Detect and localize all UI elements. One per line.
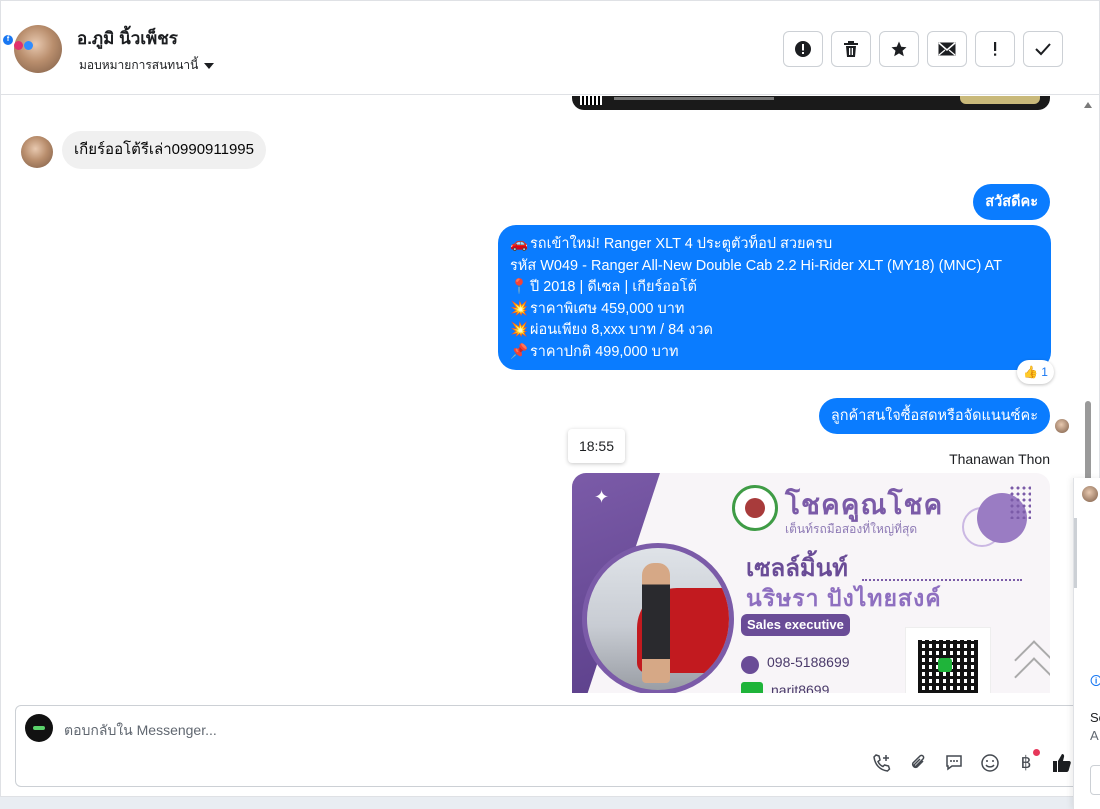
phone-icon bbox=[741, 656, 759, 674]
attach-icon[interactable] bbox=[907, 752, 929, 774]
emoji-icon[interactable] bbox=[979, 752, 1001, 774]
alert-circle-icon bbox=[795, 41, 811, 57]
payment-icon[interactable]: ฿ bbox=[1015, 749, 1040, 774]
incoming-message[interactable]: เกียร์ออโต้รีเล่า0990911995 bbox=[62, 131, 266, 169]
reaction-thumbs-up[interactable]: 👍 1 bbox=[1017, 360, 1054, 384]
popover-scrollbar[interactable] bbox=[1074, 518, 1077, 588]
qr-thumbnail bbox=[580, 96, 602, 105]
messenger-badge-icon bbox=[24, 41, 33, 50]
car-icon: 🚗 bbox=[510, 236, 529, 252]
facebook-badge-icon: f bbox=[3, 35, 13, 45]
conversation-header: f อ.ภูมิ นิ้วเพ็ชร มอบหมายการสนทนานี้ bbox=[1, 1, 1099, 95]
brand-tagline: เต็นท์รถมือสองที่ใหญ่ที่สุด bbox=[785, 522, 918, 536]
conversation-panel: f อ.ภูมิ นิ้วเพ็ชร มอบหมายการสนทนานี้ เก… bbox=[0, 0, 1100, 797]
listing-line: รหัส W049 - Ranger All-New Double Cab 2.… bbox=[510, 256, 1039, 278]
instagram-badge-icon bbox=[14, 41, 23, 50]
notification-dot bbox=[1033, 749, 1040, 756]
message-list[interactable]: เกียร์ออโต้รีเล่า0990911995 สวัสดีคะ 🚗 รถ… bbox=[1, 96, 1081, 693]
timestamp-tooltip: 18:55 bbox=[568, 429, 625, 463]
baht-glyph: ฿ bbox=[1020, 753, 1032, 773]
listing-text: รหัส W049 - Ranger All-New Double Cab 2.… bbox=[510, 257, 1002, 274]
composer-toolbar: ฿ bbox=[871, 749, 1073, 774]
mark-done-button[interactable] bbox=[1023, 31, 1063, 67]
listing-line: 💥 ผ่อนเพียง 8,xxx บาท / 84 งวด bbox=[510, 320, 1039, 342]
listing-line: 🚗 รถเข้าใหม่! Ranger XLT 4 ประตูตัวท็อป ส… bbox=[510, 234, 1039, 256]
listing-text: ราคาพิเศษ 459,000 บาท bbox=[530, 300, 685, 317]
decorative-dots bbox=[1009, 485, 1031, 519]
like-icon[interactable] bbox=[1051, 752, 1073, 774]
spam-button[interactable] bbox=[783, 31, 823, 67]
envelope-icon bbox=[938, 42, 956, 56]
important-button[interactable] bbox=[975, 31, 1015, 67]
popover-button[interactable] bbox=[1090, 765, 1100, 795]
line-app-icon bbox=[741, 682, 763, 693]
sales-fullname: นริษรา ปังไทยสงค์ bbox=[746, 585, 942, 611]
sparkle-icon: ✦ bbox=[594, 487, 610, 507]
page-avatar bbox=[25, 714, 53, 742]
promo-image-attachment[interactable]: ✦ โชคคูณโชค เต็นท์รถมือสองที่ใหญ่ที่สุด … bbox=[572, 473, 1050, 693]
phone-number: 098-5188699 bbox=[767, 654, 850, 670]
reply-input[interactable]: ตอบกลับใน Messenger... bbox=[64, 720, 217, 742]
info-icon: 🛈 bbox=[1090, 674, 1100, 688]
mark-unread-button[interactable] bbox=[927, 31, 967, 67]
seen-avatar bbox=[1055, 419, 1069, 433]
outgoing-message[interactable]: สวัสดีคะ bbox=[973, 184, 1050, 220]
assign-label: มอบหมายการสนทนานี้ bbox=[79, 58, 199, 72]
listing-line: 💥 ราคาพิเศษ 459,000 บาท bbox=[510, 299, 1039, 321]
collision-icon: 💥 bbox=[510, 322, 529, 338]
listing-text: รถเข้าใหม่! Ranger XLT 4 ประตูตัวท็อป สว… bbox=[530, 236, 833, 252]
listing-line: 📌 ราคาปกติ 499,000 บาท bbox=[510, 342, 1039, 364]
popover-text: Sc bbox=[1090, 710, 1100, 725]
salesperson-photo bbox=[582, 543, 734, 693]
popover-avatar bbox=[1082, 486, 1098, 502]
previous-image-attachment[interactable] bbox=[572, 96, 1050, 110]
image-logo bbox=[960, 96, 1040, 104]
popover-subtext: A bbox=[1090, 728, 1099, 743]
outgoing-message-listing[interactable]: 🚗 รถเข้าใหม่! Ranger XLT 4 ประตูตัวท็อป ส… bbox=[498, 225, 1051, 370]
sender-avatar[interactable] bbox=[21, 136, 53, 168]
pin-icon: 📍 bbox=[510, 279, 529, 295]
job-title-pill: Sales executive bbox=[741, 614, 850, 636]
call-add-icon[interactable] bbox=[871, 752, 893, 774]
pushpin-icon: 📌 bbox=[510, 343, 529, 360]
delete-button[interactable] bbox=[831, 31, 871, 67]
sender-name: Thanawan Thon bbox=[949, 451, 1050, 467]
reply-composer[interactable]: ตอบกลับใน Messenger... ฿ bbox=[15, 705, 1081, 787]
star-button[interactable] bbox=[879, 31, 919, 67]
star-icon bbox=[891, 41, 907, 57]
outgoing-message[interactable]: ลูกค้าสนใจซื้อสดหรือจัดแนนซ์คะ bbox=[818, 398, 1050, 434]
trash-icon bbox=[844, 41, 858, 57]
line-id: narit8699 bbox=[771, 682, 830, 693]
check-icon bbox=[1035, 43, 1051, 56]
person-shape bbox=[642, 563, 670, 683]
scroll-up-arrow-icon[interactable] bbox=[1084, 102, 1092, 108]
listing-text: ปี 2018 | ดีเซล | เกียร์ออโต้ bbox=[530, 279, 697, 295]
assign-conversation-dropdown[interactable]: มอบหมายการสนทนานี้ bbox=[79, 56, 215, 75]
listing-text: ผ่อนเพียง 8,xxx บาท / 84 งวด bbox=[530, 322, 713, 338]
collision-icon: 💥 bbox=[510, 300, 529, 317]
side-popover[interactable]: 🛈 Sc A bbox=[1073, 478, 1100, 809]
qr-code bbox=[906, 628, 990, 693]
brand-emblem-icon bbox=[732, 485, 778, 531]
saved-reply-icon[interactable] bbox=[943, 752, 965, 774]
exclamation-icon bbox=[994, 42, 997, 56]
listing-text: ราคาปกติ 499,000 บาท bbox=[530, 343, 679, 360]
contact-name[interactable]: อ.ภูมิ นิ้วเพ็ชร bbox=[77, 25, 178, 52]
listing-line: 📍 ปี 2018 | ดีเซล | เกียร์ออโต้ bbox=[510, 277, 1039, 299]
caret-down-icon bbox=[204, 63, 215, 69]
